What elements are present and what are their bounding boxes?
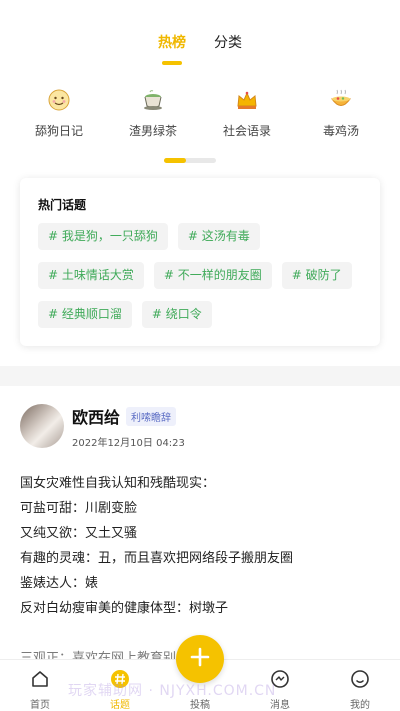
category-item-poison-soup[interactable]: 毒鸡汤 <box>301 86 381 139</box>
post-line: 鉴婊达人：婊 <box>20 576 99 591</box>
home-icon <box>29 668 51 690</box>
topic-tag[interactable]: # 这汤有毒 <box>177 223 260 250</box>
add-post-button[interactable] <box>176 635 224 683</box>
profile-icon <box>349 668 371 690</box>
category-item-scumbag-tea[interactable]: 渣男绿茶 <box>113 86 193 139</box>
nav-profile[interactable]: 我的 <box>320 660 400 711</box>
watermark-text: 玩家辅助网 · NJYXH.COM.CN <box>68 683 277 699</box>
avatar[interactable] <box>20 404 64 448</box>
author-name[interactable]: 欧西给 <box>72 404 120 428</box>
smiling-face-icon <box>45 86 73 114</box>
post-author: 欧西给 利嗦瞻辞 2022年12月10日 04:23 <box>20 404 382 449</box>
topic-tag[interactable]: # 经典顺口溜 <box>38 301 132 328</box>
tab-hot[interactable]: 热榜 <box>158 28 186 64</box>
post-line: 又纯又欲：又土又骚 <box>20 526 138 541</box>
nav-label: 首页 <box>30 700 50 711</box>
category-label: 渣男绿茶 <box>128 124 177 138</box>
category-label: 舔狗日记 <box>34 124 83 138</box>
post-line: 反对白幼瘦审美的健康体型：树墩子 <box>20 601 229 616</box>
post-line: 国女灾难性自我认知和残酷现实： <box>20 476 216 491</box>
category-label: 毒鸡汤 <box>322 124 359 138</box>
crown-icon <box>233 86 261 114</box>
category-pager <box>164 158 216 163</box>
topic-tag[interactable]: # 我是狗，一只舔狗 <box>38 223 168 250</box>
topic-tag[interactable]: # 绕口令 <box>141 301 212 328</box>
author-badge: 利嗦瞻辞 <box>126 406 177 426</box>
category-label: 社会语录 <box>222 124 271 138</box>
topic-tag[interactable]: # 破防了 <box>281 262 352 289</box>
top-tabs: 热榜 分类 <box>0 28 400 68</box>
post-date: 2022年12月10日 04:23 <box>72 438 185 449</box>
soup-bowl-icon <box>327 86 355 114</box>
tea-cup-icon <box>139 86 167 114</box>
post-card[interactable]: 欧西给 利嗦瞻辞 2022年12月10日 04:23 国女灾难性自我认知和残酷现… <box>4 386 398 666</box>
category-item-society-quotes[interactable]: 社会语录 <box>207 86 287 139</box>
author-info: 欧西给 利嗦瞻辞 2022年12月10日 04:23 <box>72 404 185 449</box>
pager-fill <box>164 158 186 163</box>
hot-topics-card: 热门话题 # 我是狗，一只舔狗 # 这汤有毒 # 土味情话大赏 # 不一样的朋友… <box>20 178 380 346</box>
topic-tag[interactable]: # 不一样的朋友圈 <box>153 262 272 289</box>
post-line: 可盐可甜：川剧变脸 <box>20 501 138 516</box>
category-item-licking-dog[interactable]: 舔狗日记 <box>19 86 99 139</box>
author-name-row: 欧西给 利嗦瞻辞 <box>72 404 185 428</box>
plus-icon <box>189 646 211 672</box>
hot-topics-title: 热门话题 <box>38 198 87 212</box>
nav-label: 我的 <box>350 700 370 711</box>
topic-tag-list: # 我是狗，一只舔狗 # 这汤有毒 # 土味情话大赏 # 不一样的朋友圈 # 破… <box>38 223 368 328</box>
tab-category[interactable]: 分类 <box>214 28 242 64</box>
section-divider <box>0 366 400 386</box>
topic-tag[interactable]: # 土味情话大赏 <box>38 262 144 289</box>
post-line: 有趣的灵魂：丑，而且喜欢把网络段子搬朋友圈 <box>20 551 294 566</box>
category-row: 舔狗日记 渣男绿茶 社会语录 毒鸡汤 <box>0 86 400 139</box>
